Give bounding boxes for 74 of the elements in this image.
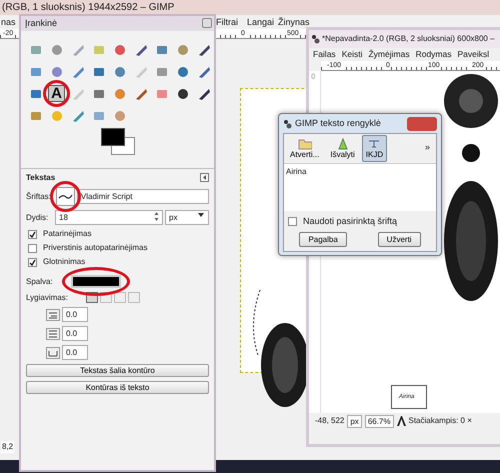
action-button[interactable]: Kontūras iš teksto: [26, 381, 209, 394]
menu-item[interactable]: Žymėjimas: [368, 48, 410, 61]
checkbox[interactable]: [288, 216, 297, 226]
spin-icon: [154, 211, 159, 222]
caret-icon: [197, 211, 205, 219]
status-message: Stačiakampis: 0 ×: [408, 415, 472, 427]
window-title: *Nepavadinta-2.0 (RGB, 2 sluoksniai) 600x800 –: [322, 33, 495, 45]
dialog-title: GIMP teksto rengyklė: [295, 116, 381, 130]
dialog-button[interactable]: Užverti: [378, 232, 421, 247]
toolbar-button[interactable]: IKJD: [362, 135, 388, 162]
overflow-button[interactable]: »: [424, 140, 430, 154]
spacing-field[interactable]: 0.0: [62, 345, 88, 360]
checkbox[interactable]: [28, 244, 37, 252]
spacing-value: 0.0: [66, 347, 78, 359]
spacing-value: 0.0: [66, 328, 78, 340]
options-title: Tekstas: [26, 173, 56, 183]
script-icon: [58, 192, 73, 201]
annotation-ring: [43, 80, 70, 107]
toolbar-button[interactable]: Atverti...: [286, 135, 324, 162]
close-button[interactable]: [407, 116, 437, 130]
unit-dropdown[interactable]: px: [347, 414, 362, 428]
ruler-label: 0: [311, 72, 316, 81]
toolbar-button[interactable]: Išvalyti: [326, 135, 359, 162]
text-editor-area[interactable]: Airina: [284, 164, 436, 210]
annotation-ring: [50, 181, 81, 212]
text-tool-icon: [396, 416, 406, 426]
zoom-label: 8,2: [1, 441, 14, 453]
color-swatch-button[interactable]: [70, 275, 121, 288]
unit-value: px: [169, 212, 178, 224]
text-tool[interactable]: A: [48, 85, 65, 102]
line-spacing-icon: [46, 328, 60, 340]
dialog-button[interactable]: Pagalba: [299, 232, 347, 247]
text-box-frame[interactable]: [391, 385, 427, 409]
letter-spacing-icon: [46, 346, 60, 358]
unit-dropdown[interactable]: px: [165, 210, 209, 225]
menu-item[interactable]: Žinynas: [278, 15, 310, 29]
menu-item[interactable]: Filtrai: [216, 15, 238, 29]
checkbox-label: Naudoti pasirinktą šriftą: [303, 214, 398, 228]
foreground-color[interactable]: [101, 128, 125, 146]
window-title: Įrankinė: [25, 17, 58, 30]
spacing-value: 0.0: [66, 309, 78, 321]
indent-spacing-icon: [46, 308, 60, 320]
menu-item[interactable]: Keisti: [342, 48, 362, 61]
spacing-field[interactable]: 0.0: [62, 326, 88, 341]
alignment-button[interactable]: [114, 292, 126, 303]
window-title: (RGB, 1 sluoksnis) 1944x2592 – GIMP: [2, 2, 174, 13]
gimp-icon: [283, 118, 292, 128]
color-label: Spalva:: [26, 276, 53, 286]
spacing-field[interactable]: 0.0: [62, 307, 88, 322]
menu-item[interactable]: Rodymas: [416, 48, 452, 61]
gimp-icon: [311, 34, 320, 44]
checkbox-label: Priverstinis autopatarinėjimas: [43, 243, 148, 253]
size-label: Dydis:: [26, 212, 50, 222]
alignment-label: Lygiavimas:: [26, 292, 68, 302]
folder-icon: [298, 137, 312, 150]
checkbox-label: Glotninimas: [43, 257, 86, 267]
menu-item[interactable]: Langai: [247, 15, 274, 29]
clear-icon: [336, 137, 350, 150]
zoom-dropdown[interactable]: 66.7%: [364, 414, 394, 428]
checkbox[interactable]: [28, 258, 37, 266]
pointer-coordinates: -48, 522: [315, 415, 344, 427]
menu-item[interactable]: Paveiksl: [457, 48, 490, 61]
action-button[interactable]: Tekstas šalia kontūro: [26, 364, 209, 377]
checkbox[interactable]: [28, 230, 37, 238]
checkbox-label: Patarinėjimas: [43, 229, 92, 239]
size-field[interactable]: 18: [55, 210, 163, 225]
annotation-ring: [62, 267, 130, 296]
font-field[interactable]: Vladimir Script: [76, 189, 209, 204]
size-value: 18: [59, 212, 68, 224]
menu-item[interactable]: Failas: [313, 48, 336, 61]
close-button[interactable]: [202, 18, 212, 28]
menu-item[interactable]: nas: [1, 15, 16, 29]
font-preview-button[interactable]: [56, 187, 75, 206]
pin-icon[interactable]: [200, 173, 209, 182]
